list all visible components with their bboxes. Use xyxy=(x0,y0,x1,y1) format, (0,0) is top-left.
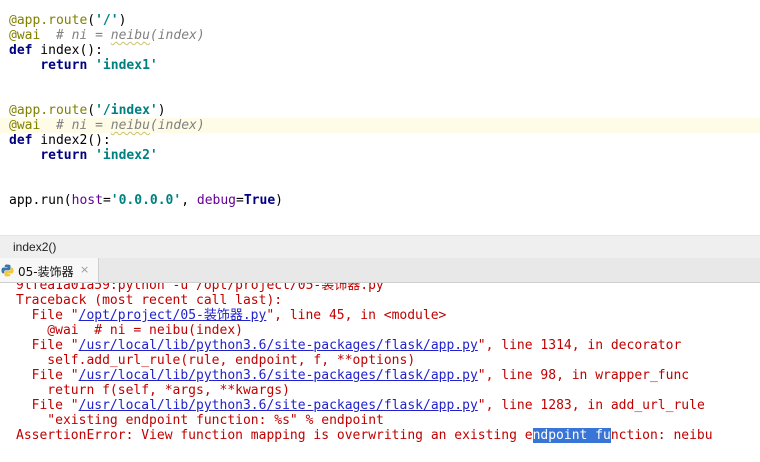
frame-location: ", line 1283, in add_url_rule xyxy=(477,398,705,413)
operator-token: = xyxy=(236,193,244,208)
keyword-token: def xyxy=(9,43,33,58)
code-line-9[interactable]: def index2(): xyxy=(9,133,111,148)
decorator-token: @app.route xyxy=(9,13,88,28)
run-tab-label: 05-装饰器 xyxy=(18,265,74,279)
frame-location: ", line 45, in <module> xyxy=(266,308,447,323)
code-line-1[interactable]: @app.route('/') xyxy=(9,13,126,28)
paren-token: ( xyxy=(87,13,96,28)
string-token: '/' xyxy=(95,13,119,28)
code-line-7[interactable]: @app.route('/index') xyxy=(9,103,166,118)
breadcrumb-item[interactable]: index2() xyxy=(13,240,56,254)
run-tool-window-tabs: 05-装饰器 × xyxy=(0,258,760,283)
frame-location: ", line 98, in wrapper_func xyxy=(477,368,690,383)
traceback-frame: File "/usr/local/lib/python3.6/site-pack… xyxy=(16,338,682,353)
code-line-8[interactable]: @wai # ni = neibu(index) xyxy=(9,118,205,133)
comment-text: # ni = xyxy=(55,118,111,133)
decorator-token: @wai xyxy=(9,28,41,43)
paren-token: ( xyxy=(87,103,96,118)
function-signature: index(): xyxy=(32,43,103,58)
paren-token: ) xyxy=(118,13,127,28)
keyword-token: True xyxy=(243,193,276,208)
traceback-code: @wai # ni = neibu(index) xyxy=(16,323,243,338)
comment-text: # ni = xyxy=(55,28,111,43)
code-line-3[interactable]: def index(): xyxy=(9,43,103,58)
python-icon xyxy=(1,264,14,277)
keyword-token: return xyxy=(40,58,88,73)
frame-location: ", line 1314, in decorator xyxy=(477,338,682,353)
code-line-13[interactable]: app.run(host='0.0.0.0', debug=True) xyxy=(9,193,283,208)
comment-text: (index) xyxy=(149,28,205,43)
string-token: '/index' xyxy=(95,103,158,118)
comment-token: # ni = neibu(index) xyxy=(56,28,205,43)
traceback-code: return f(self, *args, **kwargs) xyxy=(16,383,290,398)
traceback-frame: File "/opt/project/05-装饰器.py", line 45, … xyxy=(16,308,447,323)
file-link[interactable]: /usr/local/lib/python3.6/site-packages/f… xyxy=(79,368,478,383)
file-link[interactable]: /opt/project/05-装饰器.py xyxy=(79,308,267,323)
operator-token: = xyxy=(102,193,111,208)
frame-prefix: File " xyxy=(16,368,79,383)
error-text: nction: neibu xyxy=(610,428,713,443)
assertion-error-line: AssertionError: View function mapping is… xyxy=(16,428,713,443)
close-icon[interactable]: × xyxy=(80,263,89,276)
typo-marked-word: neibu xyxy=(110,28,150,43)
comment-text: (index) xyxy=(149,118,205,133)
traceback-code: self.add_url_rule(rule, endpoint, f, **o… xyxy=(16,353,416,368)
string-token: 'index2' xyxy=(95,148,158,163)
string-token: 'index1' xyxy=(95,58,158,73)
traceback-frame: File "/usr/local/lib/python3.6/site-pack… xyxy=(16,398,705,413)
kwarg-name: debug xyxy=(196,193,237,208)
file-link[interactable]: /usr/local/lib/python3.6/site-packages/f… xyxy=(79,398,478,413)
separator-token: , xyxy=(181,193,197,208)
kwarg-name: host xyxy=(71,193,103,208)
code-line-4[interactable]: return 'index1' xyxy=(9,58,158,73)
traceback-code: "existing endpoint function: %s" % endpo… xyxy=(16,413,384,428)
string-token: '0.0.0.0' xyxy=(110,193,182,208)
traceback-frame: File "/usr/local/lib/python3.6/site-pack… xyxy=(16,368,689,383)
traceback-header: Traceback (most recent call last): xyxy=(16,293,283,308)
frame-prefix: File " xyxy=(16,308,79,323)
paren-token: ) xyxy=(157,103,166,118)
breadcrumb-bar: index2() xyxy=(0,235,760,259)
code-editor[interactable]: @app.route('/') @wai # ni = neibu(index)… xyxy=(0,0,760,235)
typo-marked-word: neibu xyxy=(110,118,150,133)
code-line-10[interactable]: return 'index2' xyxy=(9,148,158,163)
run-tab[interactable]: 05-装饰器 × xyxy=(0,258,99,282)
error-text: AssertionError: View function mapping is… xyxy=(16,428,533,443)
run-console[interactable]: 9lfea1a01a59:python -u /opt/project/05-装… xyxy=(0,283,760,462)
decorator-token: @wai xyxy=(9,118,41,133)
function-signature: index2(): xyxy=(32,133,111,148)
code-line-2[interactable]: @wai # ni = neibu(index) xyxy=(9,28,205,43)
console-command-line: 9lfea1a01a59:python -u /opt/project/05-装… xyxy=(16,283,384,293)
comment-token: # ni = neibu(index) xyxy=(56,118,205,133)
call-token: app.run( xyxy=(9,193,72,208)
frame-prefix: File " xyxy=(16,338,79,353)
selected-text[interactable]: ndpoint fu xyxy=(532,428,611,443)
keyword-token: def xyxy=(9,133,33,148)
file-link[interactable]: /usr/local/lib/python3.6/site-packages/f… xyxy=(79,338,478,353)
decorator-token: @app.route xyxy=(9,103,88,118)
frame-prefix: File " xyxy=(16,398,79,413)
keyword-token: return xyxy=(40,148,88,163)
paren-token: ) xyxy=(275,193,283,208)
